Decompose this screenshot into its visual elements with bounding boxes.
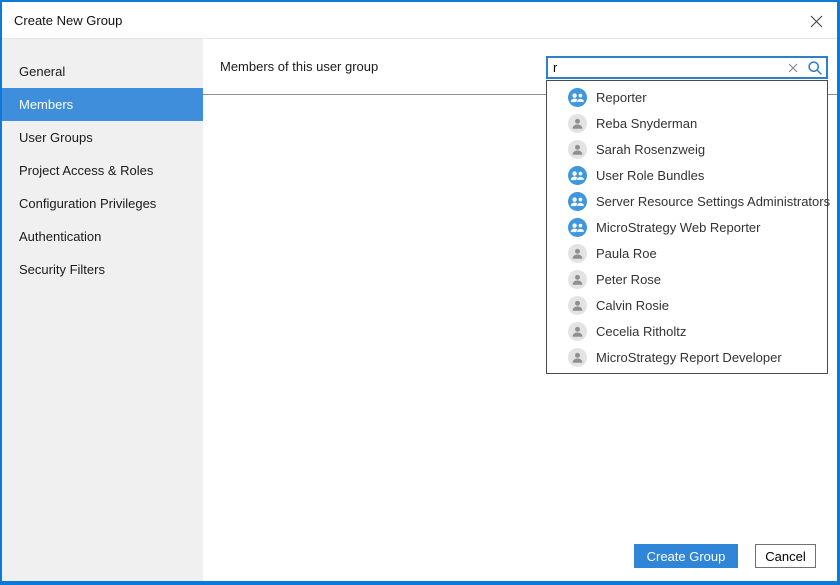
list-item-label: Peter Rose	[596, 272, 661, 287]
user-icon	[568, 322, 587, 341]
list-item[interactable]: Calvin Rosie	[547, 292, 827, 318]
clear-search-button[interactable]	[782, 58, 804, 77]
sidebar-item-authentication[interactable]: Authentication	[2, 220, 203, 253]
sidebar-item-configuration-privileges[interactable]: Configuration Privileges	[2, 187, 203, 220]
sidebar: General Members User Groups Project Acce…	[2, 39, 203, 581]
user-icon	[568, 296, 587, 315]
list-item-label: Sarah Rosenzweig	[596, 142, 705, 157]
user-icon	[568, 244, 587, 263]
sidebar-item-user-groups[interactable]: User Groups	[2, 121, 203, 154]
list-item-label: Server Resource Settings Administrators	[596, 194, 830, 209]
list-item[interactable]: Paula Roe	[547, 240, 827, 266]
sidebar-item-project-access-roles[interactable]: Project Access & Roles	[2, 154, 203, 187]
user-icon	[568, 348, 587, 367]
list-item-label: User Role Bundles	[596, 168, 704, 183]
list-item[interactable]: Reporter	[547, 84, 827, 110]
sidebar-item-general[interactable]: General	[2, 55, 203, 88]
list-item-label: Reporter	[596, 90, 647, 105]
search-button[interactable]	[804, 58, 826, 77]
list-item[interactable]: Peter Rose	[547, 266, 827, 292]
group-icon	[568, 192, 587, 211]
group-icon	[568, 166, 587, 185]
create-new-group-dialog: Create New Group General Members User Gr…	[0, 0, 840, 585]
members-of-group-label: Members of this user group	[220, 54, 378, 80]
member-search-box	[546, 56, 828, 79]
close-icon	[810, 15, 823, 28]
list-item[interactable]: Cecelia Ritholtz	[547, 318, 827, 344]
list-item[interactable]: User Role Bundles	[547, 162, 827, 188]
list-item-label: Paula Roe	[596, 246, 657, 261]
search-icon	[807, 60, 823, 76]
group-icon	[568, 218, 587, 237]
list-item[interactable]: Sarah Rosenzweig	[547, 136, 827, 162]
list-item-label: Reba Snyderman	[596, 116, 697, 131]
content-panel: Members of this user group Reporter	[203, 39, 837, 581]
dialog-title: Create New Group	[14, 13, 122, 28]
sidebar-item-security-filters[interactable]: Security Filters	[2, 253, 203, 286]
cancel-button[interactable]: Cancel	[755, 544, 816, 568]
list-item[interactable]: Server Resource Settings Administrators	[547, 188, 827, 214]
clear-icon	[788, 63, 798, 73]
user-icon	[568, 270, 587, 289]
list-item[interactable]: Reba Snyderman	[547, 110, 827, 136]
list-item-label: MicroStrategy Report Developer	[596, 350, 782, 365]
close-button[interactable]	[805, 10, 827, 32]
list-item-label: Cecelia Ritholtz	[596, 324, 686, 339]
list-item-label: Calvin Rosie	[596, 298, 669, 313]
user-icon	[568, 140, 587, 159]
list-item[interactable]: MicroStrategy Report Developer	[547, 344, 827, 370]
member-suggestions-dropdown: Reporter Reba Snyderman Sarah Rosenzweig…	[546, 80, 828, 374]
list-item[interactable]: MicroStrategy Web Reporter	[547, 214, 827, 240]
user-icon	[568, 114, 587, 133]
create-group-button[interactable]: Create Group	[634, 544, 738, 568]
group-icon	[568, 88, 587, 107]
list-item-label: MicroStrategy Web Reporter	[596, 220, 761, 235]
titlebar: Create New Group	[2, 2, 837, 39]
sidebar-item-members[interactable]: Members	[2, 88, 203, 121]
member-search-input[interactable]	[548, 60, 782, 75]
